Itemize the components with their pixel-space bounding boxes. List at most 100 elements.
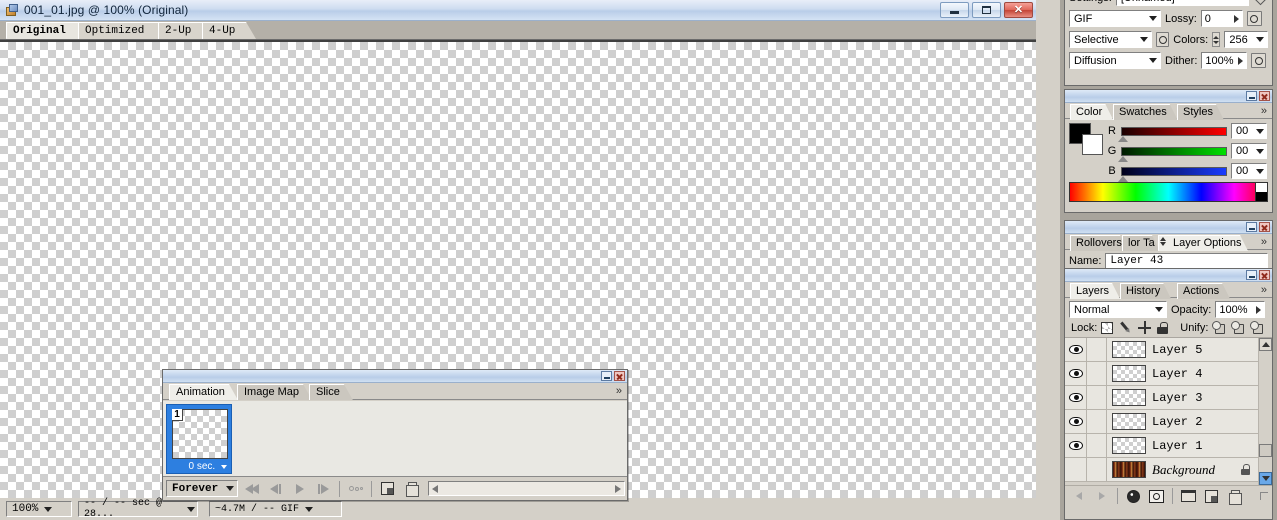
color-swatches[interactable] [1069,123,1103,155]
delete-layer-button[interactable] [1225,488,1244,505]
dither-method-selector[interactable]: Diffusion [1069,52,1161,69]
layers-close-button[interactable] [1259,270,1270,280]
color-reduction-selector[interactable]: Selective [1069,31,1152,48]
tab-slice[interactable]: Slice [309,384,353,400]
layer-link-toggle[interactable] [1087,338,1107,361]
blue-value-field[interactable]: 00 [1231,163,1267,179]
new-group-button[interactable] [1179,488,1198,505]
dither-droplet-button[interactable] [1251,53,1267,68]
animation-frame[interactable]: 1 0 sec. [166,404,232,474]
red-value-field[interactable]: 00 [1231,123,1267,139]
tab-layers[interactable]: Layers [1070,283,1120,299]
colors-stepper[interactable] [1212,32,1221,47]
delete-frame-button[interactable] [401,479,422,498]
lossy-field[interactable]: 0 [1200,10,1243,27]
black-white-swatch[interactable] [1255,183,1267,201]
layers-scrollbar[interactable] [1258,338,1272,485]
layer-name-input[interactable]: Layer 43 [1105,253,1268,269]
table-row[interactable]: Background [1065,458,1258,482]
frame-delay-selector[interactable]: 0 sec. [167,461,231,472]
layer-visibility-toggle[interactable] [1065,434,1087,457]
scroll-down-button[interactable] [1259,472,1272,485]
layers-minimize-button[interactable] [1246,270,1257,280]
duplicate-frame-button[interactable] [377,479,398,498]
layer-link-toggle[interactable] [1087,458,1107,481]
unify-visibility-icon[interactable] [1231,321,1245,334]
tab-4up[interactable]: 4-Up [202,22,256,39]
table-row[interactable]: Layer 1 [1065,434,1258,458]
select-next-frame-button[interactable] [313,479,334,498]
tab-color[interactable]: Color [1070,104,1113,120]
resize-grip-icon[interactable] [1260,492,1268,500]
layer-options-minimize-button[interactable] [1246,222,1257,232]
table-row[interactable]: Layer 3 [1065,386,1258,410]
lock-position-icon[interactable] [1138,321,1152,334]
layers-list[interactable]: Layer 5 Layer 4 Layer 3 Layer 2 Layer 1 … [1065,338,1258,485]
tab-original[interactable]: Original [6,22,88,39]
tab-optimized[interactable]: Optimized [78,22,168,39]
color-panel-titlebar[interactable] [1065,90,1272,103]
layer-link-toggle[interactable] [1087,434,1107,457]
green-value-field[interactable]: 00 [1231,143,1267,159]
lock-all-icon[interactable] [1157,321,1169,334]
layer-visibility-toggle[interactable] [1065,410,1087,433]
dither-field[interactable]: 100% [1201,52,1248,69]
layer-visibility-toggle[interactable] [1065,386,1087,409]
zoom-level-selector[interactable]: 100% [6,501,72,517]
minimize-button[interactable] [940,2,969,18]
slider-thumb-icon[interactable] [1118,135,1128,142]
animation-palette-titlebar[interactable] [163,370,627,383]
animation-frames-area[interactable]: 1 0 sec. [163,401,627,477]
reduction-droplet-button[interactable] [1155,32,1170,47]
scroll-right-icon[interactable] [615,484,621,493]
new-layer-button[interactable] [1202,488,1221,505]
tab-color-table[interactable]: lor Ta [1122,235,1160,251]
lock-transparency-icon[interactable] [1101,321,1114,334]
tab-actions[interactable]: Actions [1177,283,1230,299]
unify-style-icon[interactable] [1250,321,1264,334]
slider-arrow-icon[interactable] [1256,305,1262,314]
optimize-menu-icon[interactable] [1252,0,1269,6]
layers-panel-titlebar[interactable] [1065,269,1272,282]
close-button[interactable]: ✕ [1004,2,1033,18]
color-palette-menu-icon[interactable]: » [1261,105,1267,117]
image-size-selector[interactable]: ~4.7M / -- GIF [209,501,342,517]
tab-layer-options[interactable]: Layer Options [1158,235,1248,251]
updown-arrows-icon[interactable] [1160,237,1166,246]
tween-button[interactable] [345,479,366,498]
layer-mask-button[interactable] [1147,488,1166,505]
animation-close-button[interactable] [614,371,625,381]
blend-mode-selector[interactable]: Normal [1069,301,1167,318]
lock-image-icon[interactable] [1117,318,1135,336]
slider-arrow-icon[interactable] [1233,14,1239,23]
color-minimize-button[interactable] [1246,91,1257,101]
layer-visibility-toggle[interactable] [1065,362,1087,385]
tab-swatches[interactable]: Swatches [1113,104,1178,120]
color-spectrum-ramp[interactable] [1069,182,1268,202]
table-row[interactable]: Layer 5 [1065,338,1258,362]
layer-options-titlebar[interactable] [1065,221,1272,234]
table-row[interactable]: Layer 2 [1065,410,1258,434]
scroll-thumb[interactable] [1259,444,1272,457]
layer-options-menu-icon[interactable]: » [1261,236,1267,248]
file-format-selector[interactable]: GIF [1069,10,1161,27]
green-slider[interactable] [1118,146,1227,162]
scroll-up-button[interactable] [1259,338,1272,351]
layer-link-toggle[interactable] [1087,386,1107,409]
layer-effects-button[interactable] [1124,488,1143,505]
tab-image-map[interactable]: Image Map [237,384,312,400]
document-titlebar[interactable]: 001_01.jpg @ 100% (Original) ✕ [0,0,1036,21]
layer-link-toggle[interactable] [1087,410,1107,433]
slider-arrow-icon[interactable] [1238,56,1244,65]
opacity-field[interactable]: 100% [1215,301,1266,318]
animation-palette-menu-icon[interactable]: » [616,385,622,397]
next-state-button[interactable] [1092,488,1111,505]
unify-position-icon[interactable] [1212,321,1226,334]
select-first-frame-button[interactable] [241,479,262,498]
animation-minimize-button[interactable] [601,371,612,381]
color-close-button[interactable] [1259,91,1270,101]
animation-frames-scrollbar[interactable] [428,481,625,496]
blue-slider[interactable] [1118,166,1227,182]
tab-rollovers[interactable]: Rollovers [1070,235,1128,251]
layer-options-close-button[interactable] [1259,222,1270,232]
